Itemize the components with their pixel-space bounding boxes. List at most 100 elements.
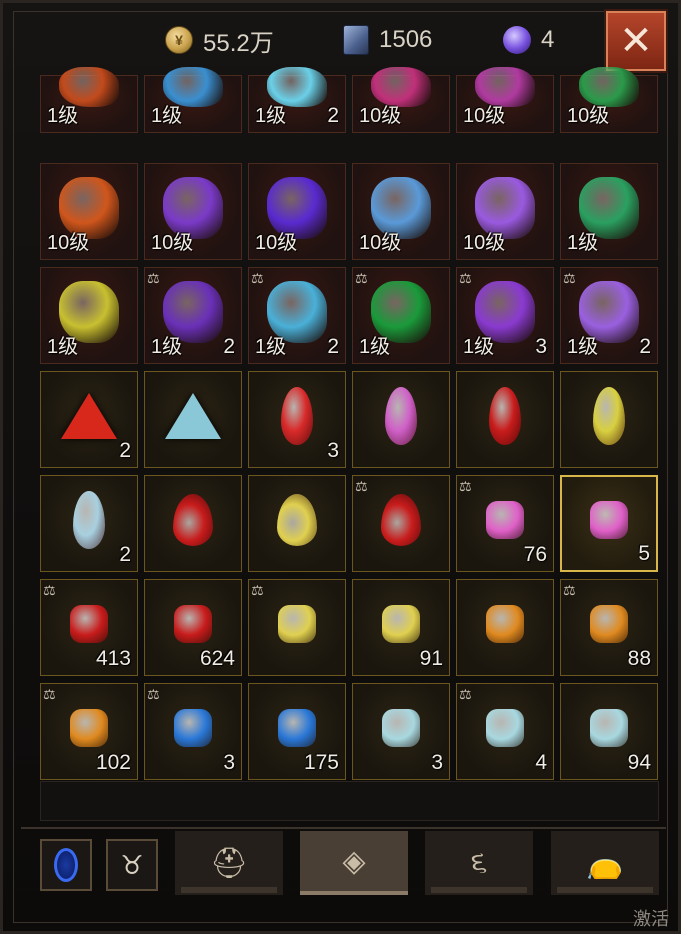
- gem-icon: [278, 708, 316, 747]
- gem-icon: [70, 708, 108, 747]
- item-level: 10级: [463, 232, 506, 254]
- equipment-slot[interactable]: ⚖ 1级 3: [456, 267, 554, 364]
- gem-slot[interactable]: [248, 475, 346, 572]
- scale-icon: ⚖: [251, 582, 264, 598]
- item-level: 10级: [567, 105, 610, 127]
- gold-coin-icon: ¥: [165, 26, 193, 54]
- bull-icon: ♉: [120, 849, 144, 880]
- gem-slot[interactable]: ⚖: [248, 579, 346, 676]
- scale-icon: ⚖: [355, 478, 368, 494]
- tab-bag[interactable]: 👝: [551, 831, 659, 895]
- orb-icon: [503, 26, 531, 54]
- equipment-slot[interactable]: ⚖ 1级 2: [560, 267, 658, 364]
- item-level: 1级: [463, 336, 495, 358]
- portal-icon: [54, 848, 78, 882]
- gem-slot[interactable]: ⚖ 88: [560, 579, 658, 676]
- item-level: 10级: [359, 105, 402, 127]
- empty-row: [40, 781, 659, 821]
- equipment-slot[interactable]: 1级: [40, 267, 138, 364]
- gem-slot[interactable]: 3: [248, 371, 346, 468]
- gem-slot[interactable]: 2: [40, 475, 138, 572]
- gem-icon: [277, 493, 317, 546]
- gem-slot[interactable]: ⚖ 4: [456, 683, 554, 780]
- gem-icon: [174, 604, 212, 643]
- tab-equipment[interactable]: ⛑: [175, 831, 283, 895]
- tab-consumables[interactable]: ૬: [425, 831, 533, 895]
- equipment-slot[interactable]: 1级: [560, 163, 658, 260]
- gem-slot[interactable]: [456, 579, 554, 676]
- gem-icon: [486, 604, 524, 643]
- gem-icon: [281, 386, 313, 445]
- bag-icon: 👝: [586, 846, 624, 880]
- tab-underline: [431, 887, 527, 893]
- equipment-slot[interactable]: 10级: [352, 67, 450, 133]
- gem-icon: [382, 708, 420, 747]
- gem-slot[interactable]: [144, 371, 242, 468]
- gem-icon: [381, 493, 421, 546]
- gem-slot[interactable]: [560, 371, 658, 468]
- equipment-slot[interactable]: 1级: [144, 67, 242, 133]
- inventory-panel: ¥ 55.2万 1506 4 ✕ 1级 1级 1级 2 10级 10级 10级 10级 10级 1…: [0, 0, 681, 934]
- gem-slot[interactable]: 91: [352, 579, 450, 676]
- gem-slot[interactable]: 3: [352, 683, 450, 780]
- equipment-slot[interactable]: 10级: [144, 163, 242, 260]
- item-level: 1级: [567, 232, 599, 254]
- gem-slot[interactable]: 2: [40, 371, 138, 468]
- equipment-slot[interactable]: 1级 2: [248, 67, 346, 133]
- equipment-slot[interactable]: ⚖ 1级 2: [144, 267, 242, 364]
- item-count: 175: [303, 751, 339, 774]
- gem-icon: [278, 604, 316, 643]
- item-level: 1级: [359, 336, 391, 358]
- item-count: 3: [535, 335, 547, 358]
- gem-slot[interactable]: ⚖ 413: [40, 579, 138, 676]
- gem-icon: [593, 386, 625, 445]
- gem-icon: [590, 604, 628, 643]
- equipment-slot[interactable]: ⚖ 1级: [352, 267, 450, 364]
- swirl-icon: ૬: [470, 846, 488, 879]
- scale-icon: ⚖: [43, 686, 56, 702]
- item-level: 1级: [151, 336, 183, 358]
- item-level: 1级: [47, 105, 79, 127]
- orb-currency: 4: [503, 23, 554, 57]
- orb-amount: 4: [541, 26, 555, 53]
- item-count: 2: [639, 335, 651, 358]
- gem-slot[interactable]: 175: [248, 683, 346, 780]
- gem-slot[interactable]: 94: [560, 683, 658, 780]
- item-count: 3: [223, 751, 235, 774]
- equipment-slot[interactable]: 10级: [248, 163, 346, 260]
- scale-icon: ⚖: [355, 270, 368, 286]
- equipment-slot[interactable]: ⚖ 1级 2: [248, 267, 346, 364]
- bottom-bar: ♉ ⛑ ◈ ૬ 👝: [3, 823, 681, 934]
- scale-icon: ⚖: [251, 270, 264, 286]
- tab-gems[interactable]: ◈: [300, 831, 408, 895]
- gem-slot[interactable]: ⚖: [352, 475, 450, 572]
- item-count: 413: [95, 647, 131, 670]
- equipment-slot[interactable]: 10级: [352, 163, 450, 260]
- equipment-slot[interactable]: 10级: [456, 67, 554, 133]
- gem-icon: [70, 604, 108, 643]
- divider: [21, 827, 666, 829]
- gem-icon: [590, 708, 628, 747]
- gem-icon: [486, 708, 524, 747]
- equipment-slot[interactable]: 10级: [40, 163, 138, 260]
- close-icon: ✕: [619, 19, 653, 63]
- equipment-slot[interactable]: 10级: [560, 67, 658, 133]
- close-button[interactable]: ✕: [604, 9, 668, 73]
- item-level: 10级: [255, 232, 298, 254]
- equipment-slot[interactable]: 1级: [40, 67, 138, 133]
- gem-slot[interactable]: [352, 371, 450, 468]
- portal-button[interactable]: [40, 839, 92, 891]
- bull-emblem-button[interactable]: ♉: [106, 839, 158, 891]
- scale-icon: ⚖: [459, 686, 472, 702]
- item-level: 10级: [151, 232, 194, 254]
- gem-slot[interactable]: ⚖ 102: [40, 683, 138, 780]
- gem-slot[interactable]: [144, 475, 242, 572]
- gem-slot[interactable]: ⚖ 3: [144, 683, 242, 780]
- item-count: 102: [95, 751, 131, 774]
- gem-slot[interactable]: 5: [560, 475, 658, 572]
- gem-slot[interactable]: [456, 371, 554, 468]
- gem-slot[interactable]: 624: [144, 579, 242, 676]
- item-count: 76: [523, 543, 547, 566]
- equipment-slot[interactable]: 10级: [456, 163, 554, 260]
- gem-slot[interactable]: ⚖ 76: [456, 475, 554, 572]
